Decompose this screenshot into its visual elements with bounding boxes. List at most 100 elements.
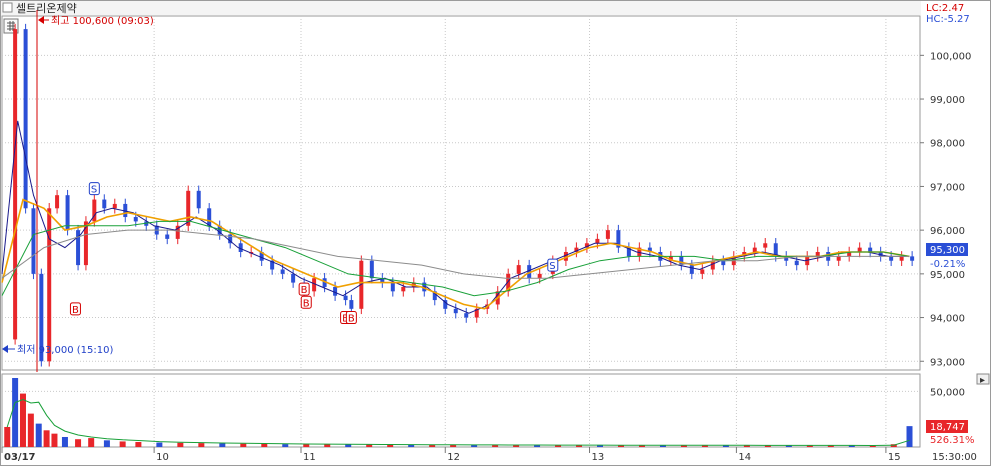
min-marker: 최저 93,000 (15:10) [2,344,113,356]
price-tick-label: 95,000 [930,270,965,281]
volume-bar [156,442,163,447]
volume-bar [35,423,42,447]
price-candle [343,295,348,301]
signal-label: B [301,285,308,296]
price-tick-label: 96,000 [930,226,965,237]
signal-label: S [549,261,555,272]
max-label: 최고 100,600 (09:03) [51,15,154,27]
price-candle [13,29,18,340]
hc-indicator: HC:-5.27 [926,14,970,25]
date-label: 12 [447,452,460,463]
price-candle [794,260,799,266]
price-candle [55,195,60,209]
volume-bar [906,426,913,447]
price-candle [112,203,117,209]
volume-bar [12,378,19,447]
price-candle [763,243,768,248]
current-volume-label: 18,747 [930,422,965,433]
scroll-right-icon: ▸ [980,375,985,386]
price-candle [23,29,28,209]
time-label: 15:30:00 [932,452,977,463]
volume-bar [345,444,352,447]
volume-bar [75,439,82,447]
price-candle [102,199,107,209]
volume-bar [4,426,11,447]
price-candle [464,313,469,318]
date-label: 13 [592,452,605,463]
price-candle [700,269,705,274]
price-candle [595,238,600,244]
price-candle [369,260,374,279]
volume-bar [324,444,331,447]
price-tick-label: 97,000 [930,182,965,193]
price-candle [31,208,36,274]
price-candle [516,265,521,274]
current-price-label: 95,300 [930,245,965,256]
price-candle [836,256,841,261]
volume-bar [387,444,394,447]
current-price-change: -0.21% [930,259,965,270]
signal-label: B [348,314,355,325]
date-label: 11 [303,452,316,463]
volume-bar [61,436,68,447]
price-candle [453,308,458,314]
volume-bar [135,441,142,447]
signal-label: B [72,305,79,316]
price-candle [47,208,52,362]
price-candle [349,300,354,309]
volume-bar [51,433,58,447]
volume-bar [43,430,50,447]
price-candle [689,265,694,274]
date-label: 10 [156,452,169,463]
price-candle [899,256,904,261]
price-candle [165,234,170,239]
volume-bar [282,444,289,447]
volume-axis: 50,000 [930,387,965,398]
price-candle [133,217,138,222]
volume-bar [219,443,226,447]
price-candle [207,208,212,226]
volume-bar [19,393,26,447]
price-candle [721,260,726,266]
chart-title: 셀트리온제약 [16,1,77,15]
menu-button[interactable] [2,2,13,13]
price-candle [65,195,70,231]
price-candle [752,247,757,252]
volume-bar [198,443,205,447]
signal-label: S [91,185,97,196]
price-candle [196,190,201,209]
signal-label: B [303,298,310,309]
volume-tick-label: 50,000 [930,387,965,398]
volume-bar [261,443,268,447]
volume-bar [103,440,110,447]
price-candle [889,256,894,261]
price-candle [910,256,915,261]
price-tick-label: 94,000 [930,314,965,325]
price-tick-label: 98,000 [930,139,965,150]
price-candle [537,273,542,279]
volume-bar [88,438,95,447]
chart-frame [0,0,991,466]
min-label: 최저 93,000 (15:10) [17,344,113,356]
price-tick-label: 100,000 [930,51,971,62]
volume-bar [366,444,373,447]
volume-bar [303,444,310,447]
date-label: 15 [888,452,901,463]
price-candle [390,282,395,292]
stock-chart: 셀트리온제약 LC:2.47 HC:-5.27 100,000 99,000 98,… [0,0,991,466]
volume-bar [177,442,184,447]
price-candle [605,230,610,239]
volume-bar [240,443,247,447]
price-candle [291,273,296,283]
lc-indicator: LC:2.47 [926,3,964,14]
volume-bar [27,413,34,447]
title-bar [1,1,921,15]
current-volume-ratio: 526.31% [930,435,975,446]
price-tick-label: 99,000 [930,95,965,106]
date-label: 03/17 [4,452,36,463]
volume-bar [119,441,126,447]
price-candle [280,269,285,274]
date-label: 14 [738,452,751,463]
price-tick-label: 93,000 [930,357,965,368]
price-candle [401,286,406,292]
